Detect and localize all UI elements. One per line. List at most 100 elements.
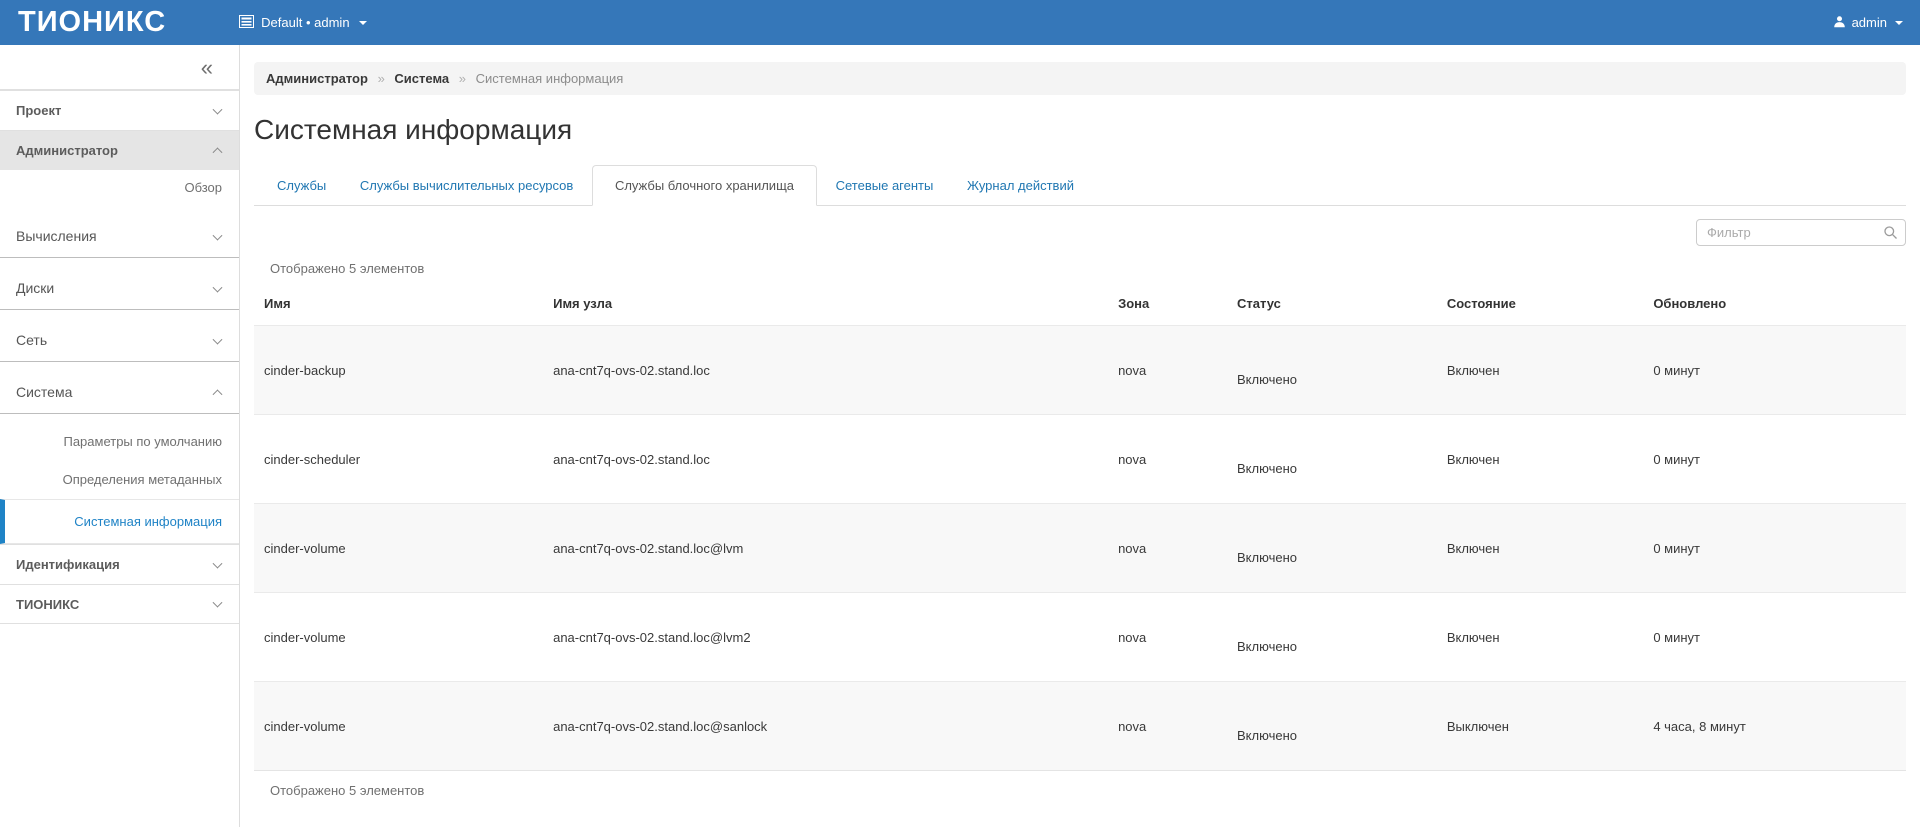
breadcrumb-separator: » <box>459 71 466 86</box>
user-menu[interactable]: admin <box>1833 15 1903 31</box>
cell-name: cinder-backup <box>254 326 543 415</box>
cell-zone: nova <box>1108 682 1227 771</box>
sidebar-group-label: Система <box>16 384 72 400</box>
chevron-down-icon <box>213 558 223 568</box>
chevron-down-icon <box>213 104 223 114</box>
cell-name: cinder-scheduler <box>254 415 543 504</box>
table-row: cinder-volume ana-cnt7q-ovs-02.stand.loc… <box>254 593 1906 682</box>
sidebar-item-label: ТИОНИКС <box>16 597 79 612</box>
cell-host: ana-cnt7q-ovs-02.stand.loc@lvm <box>543 504 1108 593</box>
chevron-up-icon <box>213 147 223 157</box>
cell-status: Включено <box>1227 593 1437 682</box>
cell-name: cinder-volume <box>254 682 543 771</box>
sidebar-item-label: Проект <box>16 103 61 118</box>
sidebar-item-label: Параметры по умолчанию <box>63 434 222 449</box>
chevron-down-icon <box>213 334 223 344</box>
sidebar-group-label: Вычисления <box>16 228 97 244</box>
cell-updated: 0 минут <box>1643 326 1906 415</box>
sidebar-item-metadata-definitions[interactable]: Определения метаданных <box>0 461 239 499</box>
top-header: ТИОНИКС Default • admin admin <box>0 0 1920 45</box>
cell-status: Включено <box>1227 504 1437 593</box>
filter-input[interactable] <box>1696 219 1906 246</box>
brand-logo[interactable]: ТИОНИКС <box>18 0 166 45</box>
table-row: cinder-scheduler ana-cnt7q-ovs-02.stand.… <box>254 415 1906 504</box>
cell-updated: 0 минут <box>1643 504 1906 593</box>
sidebar-item-tionix[interactable]: ТИОНИКС <box>0 584 239 624</box>
cell-name: cinder-volume <box>254 504 543 593</box>
sidebar-item-admin[interactable]: Администратор <box>0 130 239 170</box>
sidebar-item-label: Системная информация <box>74 514 222 529</box>
main-content: Администратор » Система » Системная инфо… <box>240 45 1920 827</box>
filter-box <box>1696 219 1906 246</box>
table-header-row: Имя Имя узла Зона Статус Состояние Обнов… <box>254 282 1906 326</box>
domain-project-icon <box>239 15 254 31</box>
cell-host: ana-cnt7q-ovs-02.stand.loc@lvm2 <box>543 593 1108 682</box>
cell-status: Включено <box>1227 326 1437 415</box>
sidebar-item-identity[interactable]: Идентификация <box>0 544 239 584</box>
column-header-name: Имя <box>254 282 543 326</box>
cell-zone: nova <box>1108 415 1227 504</box>
user-icon <box>1833 15 1846 31</box>
sidebar-item-system-information[interactable]: Системная информация <box>0 499 239 544</box>
cell-host: ana-cnt7q-ovs-02.stand.loc <box>543 415 1108 504</box>
block-storage-services-table: Имя Имя узла Зона Статус Состояние Обнов… <box>254 282 1906 771</box>
sidebar: « Проект Администратор Обзор Вычисления … <box>0 45 240 827</box>
cell-state: Выключен <box>1437 682 1644 771</box>
breadcrumb-system[interactable]: Система <box>394 71 449 86</box>
table-row: cinder-backup ana-cnt7q-ovs-02.stand.loc… <box>254 326 1906 415</box>
status-value: Включено <box>1237 639 1297 654</box>
cell-zone: nova <box>1108 504 1227 593</box>
search-icon[interactable] <box>1883 225 1898 243</box>
table-row: cinder-volume ana-cnt7q-ovs-02.stand.loc… <box>254 504 1906 593</box>
cell-zone: nova <box>1108 593 1227 682</box>
breadcrumb-current: Системная информация <box>476 71 624 86</box>
sidebar-group-system[interactable]: Система <box>0 372 239 414</box>
breadcrumb-separator: » <box>378 71 385 86</box>
breadcrumb: Администратор » Система » Системная инфо… <box>254 62 1906 95</box>
cell-updated: 4 часа, 8 минут <box>1643 682 1906 771</box>
page-title: Системная информация <box>254 114 1906 146</box>
sidebar-group-compute[interactable]: Вычисления <box>0 216 239 258</box>
sidebar-item-overview[interactable]: Обзор <box>0 170 239 206</box>
sidebar-group-network[interactable]: Сеть <box>0 320 239 362</box>
cell-state: Включен <box>1437 415 1644 504</box>
chevron-up-icon <box>213 389 223 399</box>
sidebar-item-label: Администратор <box>16 143 118 158</box>
sidebar-item-label: Обзор <box>184 180 222 195</box>
cell-zone: nova <box>1108 326 1227 415</box>
column-header-updated: Обновлено <box>1643 282 1906 326</box>
tab-compute-services[interactable]: Службы вычислительных ресурсов <box>345 166 588 205</box>
column-header-status: Статус <box>1227 282 1437 326</box>
status-value: Включено <box>1237 461 1297 476</box>
status-value: Включено <box>1237 550 1297 565</box>
tab-bar: Службы Службы вычислительных ресурсов Сл… <box>254 165 1906 206</box>
cell-status: Включено <box>1227 682 1437 771</box>
column-header-state: Состояние <box>1437 282 1644 326</box>
cell-host: ana-cnt7q-ovs-02.stand.loc <box>543 326 1108 415</box>
items-count-top: Отображено 5 элементов <box>270 261 1906 276</box>
items-count-bottom: Отображено 5 элементов <box>270 783 1906 798</box>
sidebar-item-project[interactable]: Проект <box>0 90 239 130</box>
sidebar-group-label: Сеть <box>16 332 47 348</box>
cell-updated: 0 минут <box>1643 593 1906 682</box>
sidebar-collapse-row: « <box>0 45 239 90</box>
chevron-down-icon <box>213 282 223 292</box>
sidebar-item-defaults[interactable]: Параметры по умолчанию <box>0 423 239 461</box>
tab-block-storage-services[interactable]: Службы блочного хранилища <box>592 165 817 206</box>
cell-state: Включен <box>1437 504 1644 593</box>
sidebar-group-volumes[interactable]: Диски <box>0 268 239 310</box>
context-switcher[interactable]: Default • admin <box>239 15 366 31</box>
column-header-host: Имя узла <box>543 282 1108 326</box>
table-row: cinder-volume ana-cnt7q-ovs-02.stand.loc… <box>254 682 1906 771</box>
table-controls <box>254 219 1906 246</box>
sidebar-item-label: Идентификация <box>16 557 120 572</box>
tab-network-agents[interactable]: Сетевые агенты <box>821 166 949 205</box>
collapse-sidebar-icon[interactable]: « <box>201 55 213 80</box>
cell-state: Включен <box>1437 326 1644 415</box>
status-value: Включено <box>1237 728 1297 743</box>
tab-action-log[interactable]: Журнал действий <box>952 166 1089 205</box>
cell-updated: 0 минут <box>1643 415 1906 504</box>
user-menu-label: admin <box>1852 15 1887 30</box>
tab-services[interactable]: Службы <box>262 166 341 205</box>
breadcrumb-admin[interactable]: Администратор <box>266 71 368 86</box>
